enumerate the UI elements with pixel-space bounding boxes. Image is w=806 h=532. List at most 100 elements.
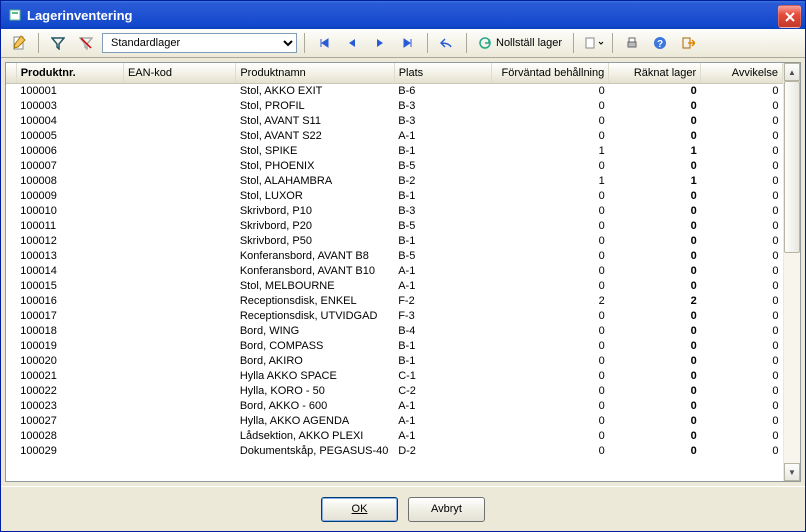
cell-location[interactable]: B-1 [394, 144, 491, 159]
cell-location[interactable]: C-1 [394, 369, 491, 384]
cell-ean[interactable] [123, 249, 235, 264]
exit-button[interactable] [676, 31, 700, 55]
cell-ean[interactable] [123, 84, 235, 100]
cell-deviation[interactable]: 0 [701, 144, 783, 159]
row-handle[interactable] [6, 219, 16, 234]
cancel-button[interactable]: Avbryt [408, 497, 485, 522]
col-expected[interactable]: Förväntad behållning [491, 63, 608, 84]
row-handle[interactable] [6, 444, 16, 459]
cell-location[interactable]: B-1 [394, 234, 491, 249]
cell-counted[interactable]: 0 [609, 129, 701, 144]
row-handle[interactable] [6, 174, 16, 189]
cell-counted[interactable]: 0 [609, 84, 701, 100]
row-handle[interactable] [6, 84, 16, 100]
table-row[interactable]: 100017Receptionsdisk, UTVIDGADF-3000 [6, 309, 783, 324]
table-row[interactable]: 100011Skrivbord, P20B-5000 [6, 219, 783, 234]
cell-counted[interactable]: 0 [609, 324, 701, 339]
row-handle[interactable] [6, 369, 16, 384]
cell-name[interactable]: Skrivbord, P20 [236, 219, 394, 234]
cell-product-no[interactable]: 100005 [16, 129, 123, 144]
cell-deviation[interactable]: 0 [701, 204, 783, 219]
cell-product-no[interactable]: 100023 [16, 399, 123, 414]
cell-expected[interactable]: 0 [491, 159, 608, 174]
cell-expected[interactable]: 2 [491, 294, 608, 309]
cell-counted[interactable]: 0 [609, 414, 701, 429]
row-handle[interactable] [6, 144, 16, 159]
cell-ean[interactable] [123, 414, 235, 429]
cell-location[interactable]: A-1 [394, 279, 491, 294]
col-counted[interactable]: Räknat lager [609, 63, 701, 84]
cell-expected[interactable]: 0 [491, 234, 608, 249]
row-handle[interactable] [6, 294, 16, 309]
last-button[interactable] [396, 31, 420, 55]
cell-expected[interactable]: 0 [491, 384, 608, 399]
cell-name[interactable]: Bord, AKIRO [236, 354, 394, 369]
cell-deviation[interactable]: 0 [701, 219, 783, 234]
cell-deviation[interactable]: 0 [701, 384, 783, 399]
cell-ean[interactable] [123, 399, 235, 414]
edit-button[interactable] [7, 31, 31, 55]
next-button[interactable] [368, 31, 392, 55]
cell-location[interactable]: B-3 [394, 99, 491, 114]
row-handle[interactable] [6, 309, 16, 324]
cell-deviation[interactable]: 0 [701, 294, 783, 309]
table-row[interactable]: 100004Stol, AVANT S11B-3000 [6, 114, 783, 129]
row-handle[interactable] [6, 114, 16, 129]
cell-ean[interactable] [123, 309, 235, 324]
row-handle[interactable] [6, 384, 16, 399]
table-row[interactable]: 100001Stol, AKKO EXITB-6000 [6, 84, 783, 100]
cell-counted[interactable]: 0 [609, 204, 701, 219]
cell-location[interactable]: F-3 [394, 309, 491, 324]
cell-counted[interactable]: 0 [609, 339, 701, 354]
table-row[interactable]: 100027Hylla, AKKO AGENDAA-1000 [6, 414, 783, 429]
reset-stock-button[interactable]: Nollställ lager [474, 32, 566, 54]
cell-location[interactable]: A-1 [394, 414, 491, 429]
row-handle[interactable] [6, 354, 16, 369]
cell-product-no[interactable]: 100007 [16, 159, 123, 174]
col-name[interactable]: Produktnamn [236, 63, 394, 84]
table-row[interactable]: 100018Bord, WINGB-4000 [6, 324, 783, 339]
table-row[interactable]: 100029Dokumentskåp, PEGASUS-40D-2000 [6, 444, 783, 459]
row-handle[interactable] [6, 324, 16, 339]
cell-product-no[interactable]: 100003 [16, 99, 123, 114]
cell-product-no[interactable]: 100006 [16, 144, 123, 159]
cell-name[interactable]: Stol, AKKO EXIT [236, 84, 394, 100]
cell-expected[interactable]: 1 [491, 144, 608, 159]
cell-product-no[interactable]: 100029 [16, 444, 123, 459]
table-row[interactable]: 100023Bord, AKKO - 600A-1000 [6, 399, 783, 414]
table-row[interactable]: 100012Skrivbord, P50B-1000 [6, 234, 783, 249]
cell-expected[interactable]: 0 [491, 189, 608, 204]
print-button[interactable] [620, 31, 644, 55]
cell-counted[interactable]: 0 [609, 354, 701, 369]
cell-ean[interactable] [123, 189, 235, 204]
cell-expected[interactable]: 0 [491, 309, 608, 324]
scroll-down-button[interactable]: ▼ [784, 463, 800, 481]
cell-counted[interactable]: 0 [609, 264, 701, 279]
cell-counted[interactable]: 0 [609, 189, 701, 204]
cell-counted[interactable]: 0 [609, 399, 701, 414]
cell-counted[interactable]: 0 [609, 219, 701, 234]
cell-counted[interactable]: 0 [609, 429, 701, 444]
table-row[interactable]: 100005Stol, AVANT S22A-1000 [6, 129, 783, 144]
cell-product-no[interactable]: 100012 [16, 234, 123, 249]
cell-ean[interactable] [123, 339, 235, 354]
cell-counted[interactable]: 0 [609, 309, 701, 324]
cell-location[interactable]: A-1 [394, 429, 491, 444]
cell-deviation[interactable]: 0 [701, 279, 783, 294]
cell-name[interactable]: Lådsektion, AKKO PLEXI [236, 429, 394, 444]
cell-ean[interactable] [123, 219, 235, 234]
cell-deviation[interactable]: 0 [701, 429, 783, 444]
cell-counted[interactable]: 0 [609, 444, 701, 459]
cell-name[interactable]: Stol, AVANT S22 [236, 129, 394, 144]
cell-location[interactable]: B-2 [394, 174, 491, 189]
cell-product-no[interactable]: 100004 [16, 114, 123, 129]
cell-ean[interactable] [123, 384, 235, 399]
cell-location[interactable]: A-1 [394, 399, 491, 414]
cell-expected[interactable]: 0 [491, 399, 608, 414]
cell-counted[interactable]: 0 [609, 99, 701, 114]
cell-location[interactable]: C-2 [394, 384, 491, 399]
cell-ean[interactable] [123, 144, 235, 159]
cell-deviation[interactable]: 0 [701, 354, 783, 369]
table-row[interactable]: 100003Stol, PROFILB-3000 [6, 99, 783, 114]
cell-counted[interactable]: 0 [609, 369, 701, 384]
